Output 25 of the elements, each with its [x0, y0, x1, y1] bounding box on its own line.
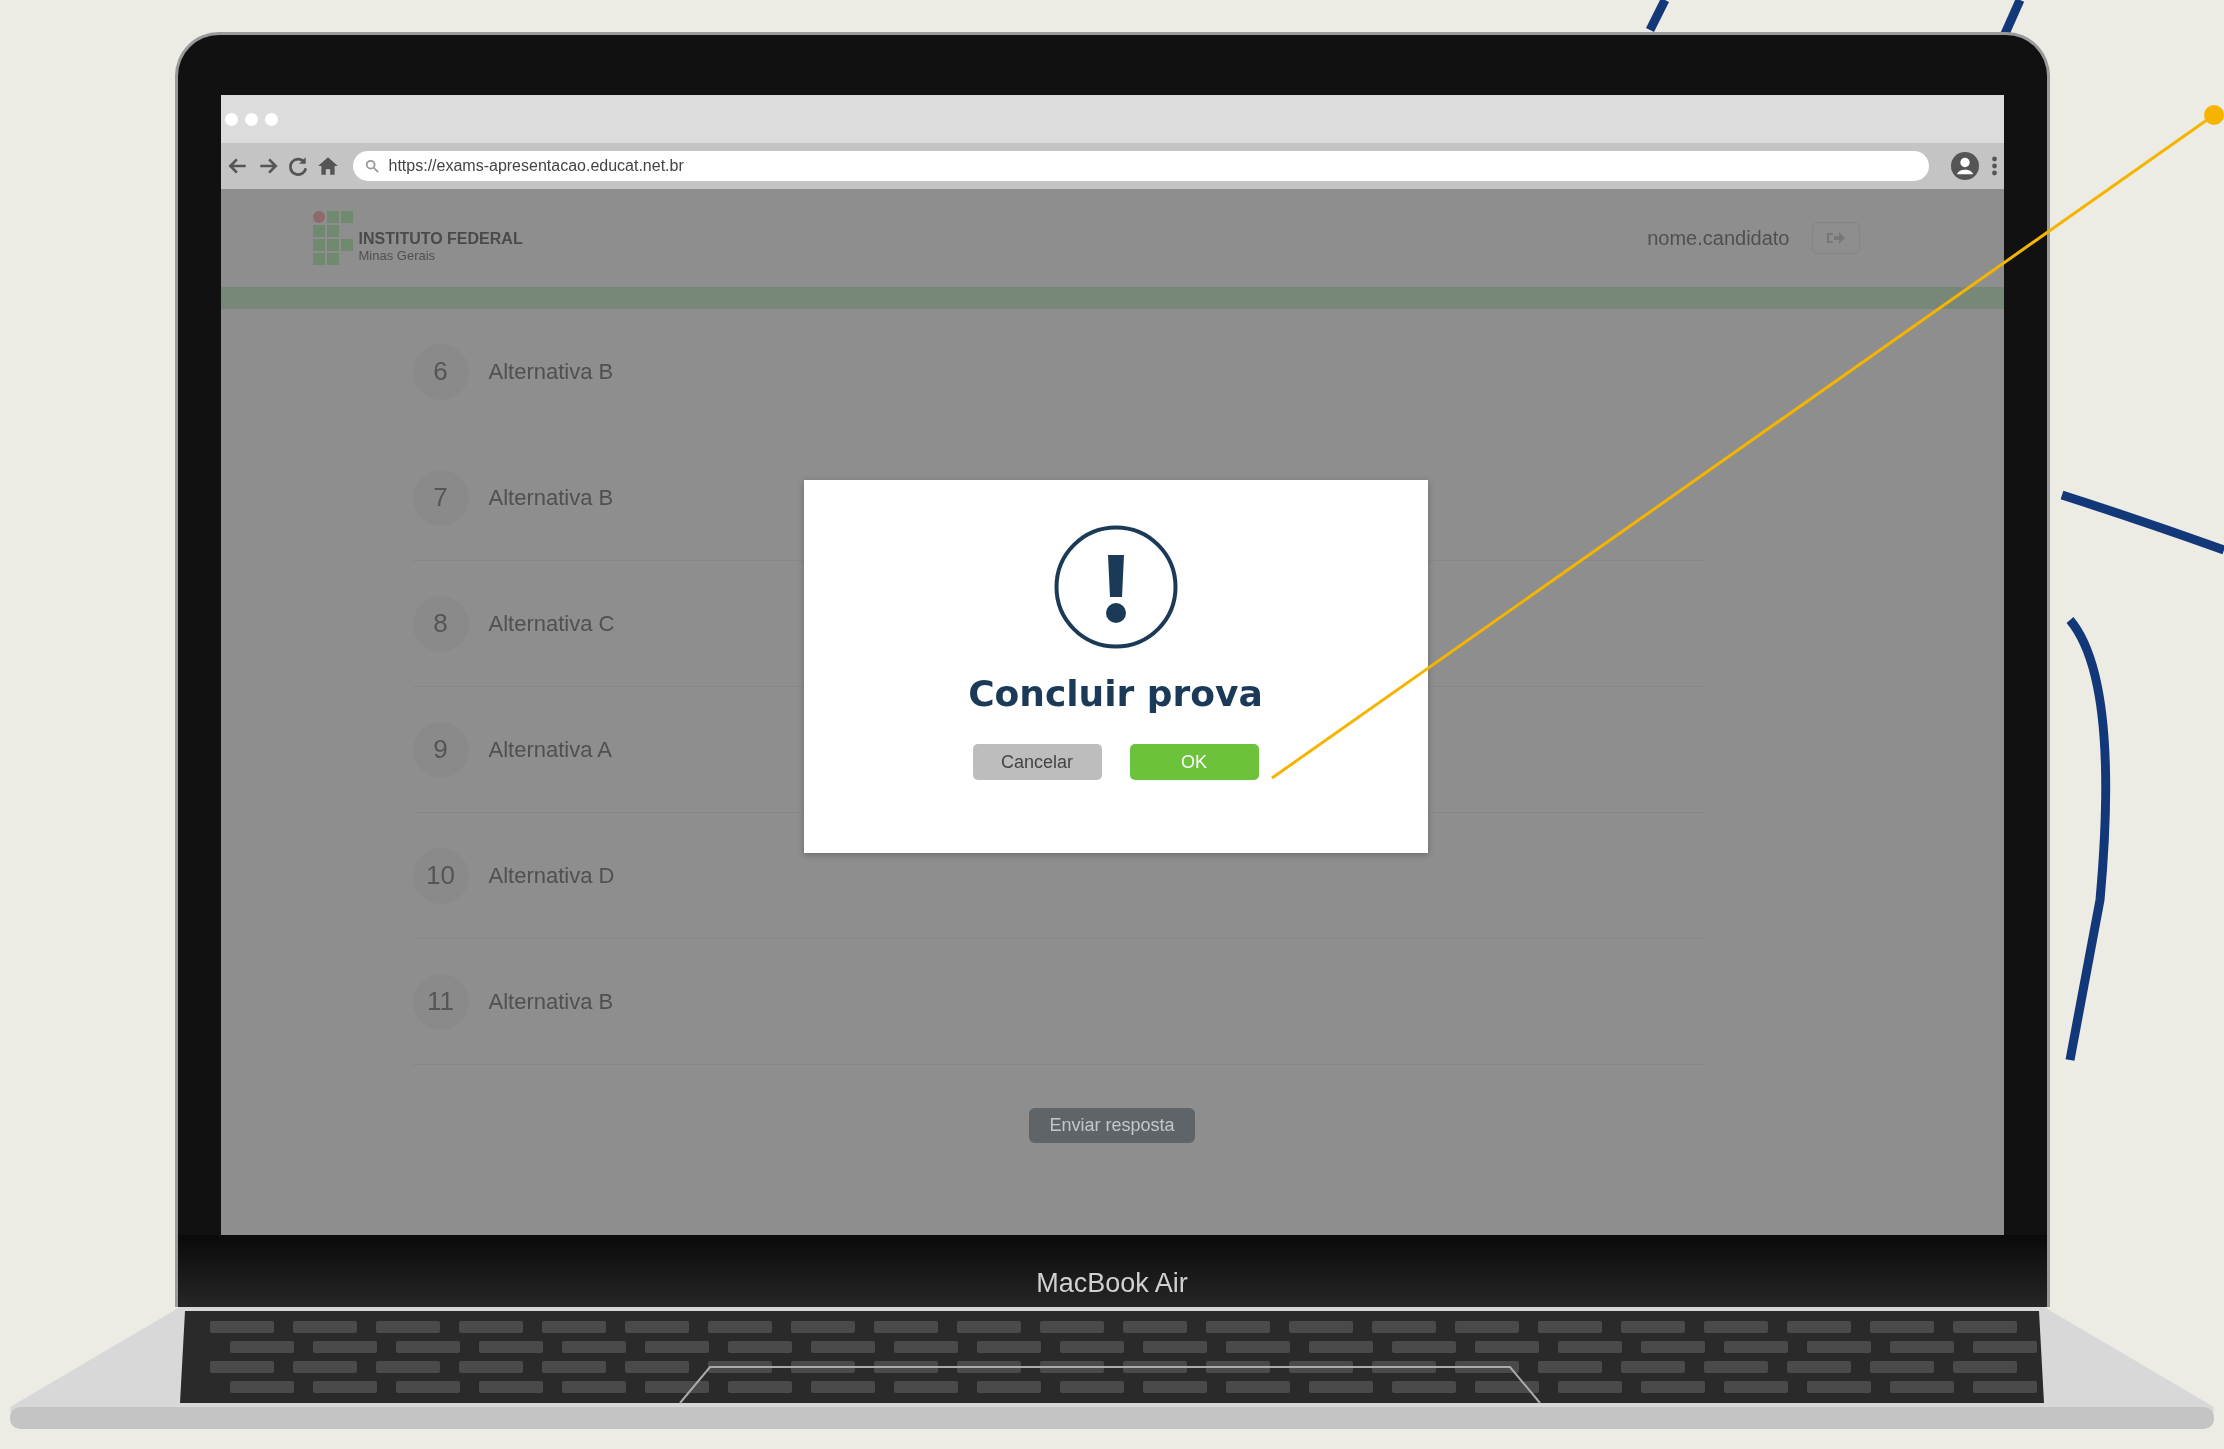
username: nome.candidato: [1647, 226, 1790, 250]
address-bar[interactable]: https://exams-apresentacao.educat.net.br: [352, 151, 1929, 181]
answer-text: Alternativa C: [488, 610, 615, 637]
answer-text: Alternativa B: [488, 358, 614, 385]
dialog-title: Concluir prova: [968, 673, 1263, 714]
window-dot-icon[interactable]: [244, 112, 258, 126]
answer-text: Alternativa B: [488, 484, 614, 511]
cancel-button[interactable]: Cancelar: [972, 744, 1102, 780]
window-dot-icon[interactable]: [264, 112, 278, 126]
menu-icon[interactable]: [1990, 155, 1998, 177]
answer-text: Alternativa A: [488, 736, 612, 763]
submit-answer-button[interactable]: Enviar resposta: [1029, 1108, 1195, 1143]
window-dot-icon[interactable]: [224, 112, 238, 126]
answer-text: Alternativa D: [488, 862, 615, 889]
answer-text: Alternativa B: [488, 988, 614, 1015]
home-icon[interactable]: [316, 155, 339, 177]
logo-icon: [312, 211, 353, 265]
reload-icon[interactable]: [286, 155, 309, 177]
device-label: MacBook Air: [1036, 1268, 1188, 1299]
exclamation-icon: [1053, 525, 1178, 649]
logo-title: INSTITUTO FEDERAL: [358, 230, 523, 248]
profile-icon[interactable]: [1950, 152, 1979, 180]
decorative-line: [1645, 0, 1670, 32]
logo-subtitle: Minas Gerais: [358, 248, 437, 263]
search-icon: [364, 159, 379, 173]
